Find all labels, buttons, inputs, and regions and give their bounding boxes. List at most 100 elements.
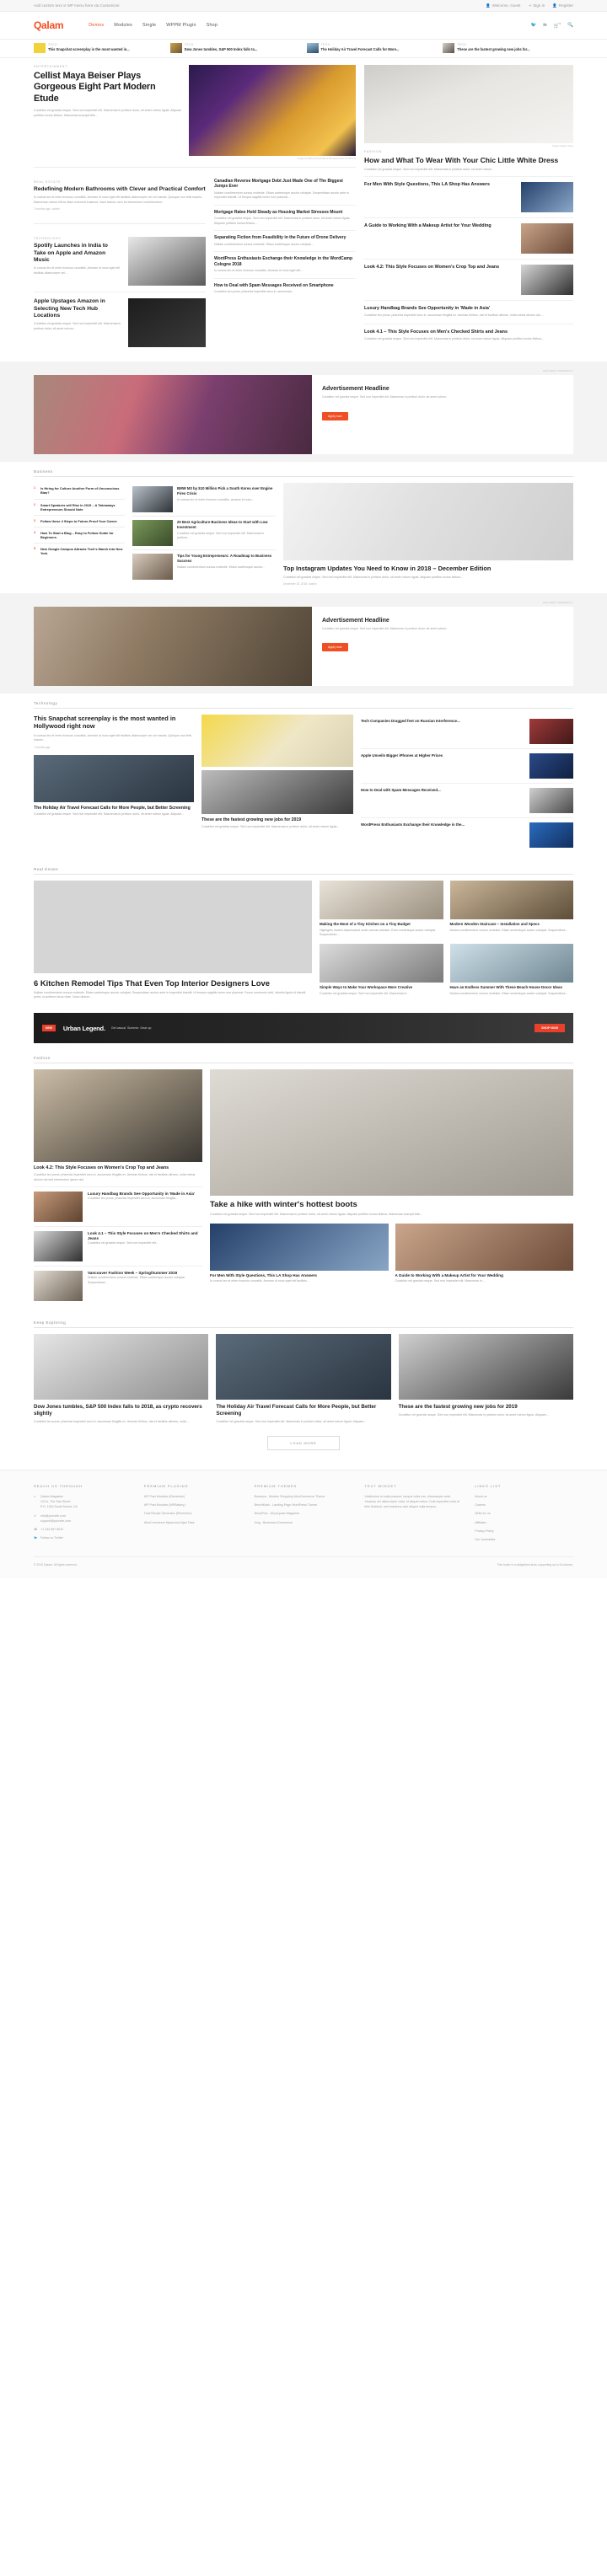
article-image[interactable] [529, 753, 573, 779]
ticker-item[interactable]: TECH This Snapchat screenplay is the mos… [34, 43, 164, 53]
article-title[interactable]: Dow Jones tumbles, S&P 500 Index falls t… [34, 1404, 208, 1417]
article-title[interactable]: These are the fastest growing new jobs f… [201, 817, 353, 823]
article-row[interactable]: WordPress Enthusiasts Exchange their Kno… [361, 818, 573, 852]
article-cell[interactable]: Simple Ways to Make Your Workspace More … [320, 944, 443, 996]
article-category[interactable]: REAL ESTATE [34, 180, 206, 184]
article-image[interactable] [398, 1334, 573, 1400]
footer-link[interactable]: Our Journalists [475, 1537, 573, 1542]
article-title[interactable]: Canadian Reverse Mortgage Debt Just Made… [214, 179, 356, 190]
article-image[interactable] [449, 944, 573, 983]
article-title[interactable]: Luxury Handbag Brands See Opportunity in… [364, 306, 573, 312]
article-image[interactable] [210, 1223, 389, 1271]
article-cell[interactable]: A Guide to Working With a Makeup Artist … [395, 1223, 574, 1285]
cart-icon[interactable]: 🛒0 [554, 22, 561, 29]
article-title[interactable]: The Holiday Air Travel Forecast Calls fo… [34, 806, 194, 811]
ticker-title[interactable]: Dow Jones tumbles, S&P 500 Index falls t… [185, 47, 258, 52]
article-cell[interactable]: The Holiday Air Travel Forecast Calls fo… [216, 1334, 391, 1424]
article-category[interactable]: TECHNOLOGY [34, 237, 121, 240]
article-row[interactable]: REAL ESTATE Redefining Modern Bathrooms … [34, 174, 206, 217]
article-title[interactable]: Have an Endless Summer With These Beach … [450, 985, 574, 990]
article-image[interactable] [529, 788, 573, 814]
article-row[interactable]: Tech Companies Dragged feet on Russian I… [361, 715, 573, 750]
article-image[interactable] [216, 1334, 391, 1400]
ad-image[interactable] [34, 607, 312, 687]
footer-link[interactable]: Total Recipe Generator (Elementor) [144, 1511, 243, 1516]
article-title[interactable]: A Guide to Working With a Makeup Artist … [364, 223, 516, 229]
article-image[interactable] [34, 881, 312, 974]
ad-image[interactable] [34, 375, 312, 455]
footer-link[interactable]: Privacy Policy [475, 1529, 573, 1534]
article-image[interactable] [521, 223, 573, 254]
article-title[interactable]: These are the fastest growing new jobs f… [399, 1404, 573, 1411]
banner-shop-now-button[interactable]: SHOP NOW [534, 1024, 565, 1033]
list-item[interactable]: 4 How To Start a Blog – Easy to Follow G… [34, 528, 125, 544]
article-cell[interactable]: Making the Most of a Tiny Kitchen on a T… [320, 881, 443, 938]
list-item[interactable]: 5 New Google Campus Attracts Tech's Mars… [34, 544, 125, 559]
ticker-item[interactable]: TECH Dow Jones tumbles, S&P 500 Index fa… [169, 43, 301, 53]
topbar-register[interactable]: 👤 Register [552, 3, 573, 8]
article-title[interactable]: Look 4.2: This Style Focuses on Women's … [364, 265, 516, 270]
business-feature[interactable]: Top Instagram Updates You Need to Know i… [283, 483, 573, 586]
article-image[interactable] [34, 1192, 83, 1223]
article-title[interactable]: How to Deal with Spam Messages Received … [214, 283, 356, 288]
article-image[interactable] [521, 182, 573, 213]
article-image[interactable] [189, 65, 356, 156]
article-image[interactable] [395, 1223, 573, 1271]
footer-link[interactable]: About us [475, 1494, 573, 1499]
nav-item-wppm-plugin[interactable]: WPPM Plugin [166, 23, 196, 28]
article-title[interactable]: 6 Kitchen Remodel Tips That Even Top Int… [34, 978, 312, 988]
footer-link[interactable]: Bonanza - Modern Shopping WooCommerce Th… [255, 1494, 353, 1499]
article-title[interactable]: How To Start a Blog – Easy to Follow Gui… [40, 531, 125, 539]
article-title[interactable]: Mortgage Rates Hold Steady as Housing Ma… [214, 210, 356, 215]
footer-link[interactable]: Write for us [475, 1511, 573, 1516]
footer-link[interactable]: Affiliates [475, 1520, 573, 1525]
article-image[interactable] [132, 520, 173, 547]
article-image[interactable] [34, 1334, 209, 1400]
article-mini[interactable]: Separating Fiction from Feasibility in t… [214, 231, 356, 253]
article-mini[interactable]: Mortgage Rates Hold Steady as Housing Ma… [214, 206, 356, 232]
footer-item[interactable]: 🐦 Follow on Twitter [34, 1535, 132, 1540]
article-image[interactable] [320, 944, 443, 983]
sidebar-article-block[interactable]: Look 4.1 – This Style Focuses on Men's C… [364, 324, 573, 347]
topbar-signin[interactable]: ⇥ Sign in [528, 3, 545, 8]
article-image[interactable] [320, 881, 443, 920]
site-logo[interactable]: Qalam [34, 19, 63, 31]
article-title[interactable]: Look 4.2: This Style Focuses on Women's … [34, 1165, 202, 1171]
article-mini[interactable]: WordPress Enthusiasts Exchange their Kno… [214, 252, 356, 279]
article-row[interactable]: BMW M3 by $10 Million Pick a South Korea… [132, 483, 276, 517]
hero-lead-article[interactable]: ENTERTAINMENT Cellist Maya Beiser Plays … [34, 65, 356, 160]
article-title[interactable]: Separating Fiction from Feasibility in t… [214, 235, 356, 240]
technology-card[interactable]: These are the fastest growing new jobs f… [201, 767, 353, 834]
sidebar-lead-image[interactable] [364, 65, 573, 143]
article-mini[interactable]: How to Deal with Spam Messages Received … [214, 279, 356, 299]
article-title[interactable]: Look 4.1 – This Style Focuses on Men's C… [88, 1231, 202, 1241]
article-image[interactable] [529, 822, 573, 849]
article-title[interactable]: Apple Unveils Bigger iPhones at Higher P… [361, 753, 525, 779]
article-title[interactable]: Is Hiring for Culture Another Form of Un… [40, 486, 125, 495]
article-cell[interactable]: Dow Jones tumbles, S&P 500 Index falls t… [34, 1334, 209, 1424]
ad-apply-button[interactable]: Apply now [322, 643, 348, 652]
article-row[interactable]: Tips for Young Entrepreneurs: A Roadmap … [132, 550, 276, 583]
article-row[interactable]: Vancouver Fashion Week – Spring/Summer 2… [34, 1267, 202, 1305]
article-cell[interactable]: These are the fastest growing new jobs f… [398, 1334, 573, 1424]
article-image[interactable] [34, 754, 194, 802]
article-title[interactable]: Making the Most of a Tiny Kitchen on a T… [320, 922, 443, 927]
realestate-feature[interactable]: 6 Kitchen Remodel Tips That Even Top Int… [34, 881, 312, 1000]
footer-link[interactable]: BenchMark - Landing Page WordPress Theme [255, 1502, 353, 1508]
article-title[interactable]: Tech Companies Dragged feet on Russian I… [361, 719, 525, 744]
article-title[interactable]: How to Deal with Spam Messages Received.… [361, 788, 525, 813]
article-title[interactable]: Apple Upstages Amazon in Selecting New T… [34, 298, 121, 319]
article-image[interactable] [34, 1271, 83, 1302]
search-icon[interactable]: 🔍 [567, 23, 573, 28]
article-row[interactable]: 20 Best Agriculture Business Ideas to St… [132, 517, 276, 551]
article-title[interactable]: New Google Campus Attracts Tech's Marsh … [40, 547, 125, 555]
article-title[interactable]: Cellist Maya Beiser Plays Gorgeous Eight… [34, 71, 182, 104]
article-title[interactable]: Spotify Launches in India to Take on App… [34, 243, 121, 264]
sidebar-article-row[interactable]: A Guide to Working With a Makeup Artist … [364, 218, 573, 260]
article-title[interactable]: A Guide to Working With a Makeup Artist … [395, 1273, 574, 1278]
article-title[interactable]: WordPress Enthusiasts Exchange their Kno… [214, 256, 356, 267]
article-image[interactable] [529, 719, 573, 745]
promo-banner[interactable]: NEW Urban Legend. Get casual. Summer. Ge… [34, 1013, 573, 1044]
article-image[interactable] [34, 1069, 202, 1163]
ticker-title[interactable]: The Holiday Air Travel Forecast Calls fo… [321, 47, 400, 52]
